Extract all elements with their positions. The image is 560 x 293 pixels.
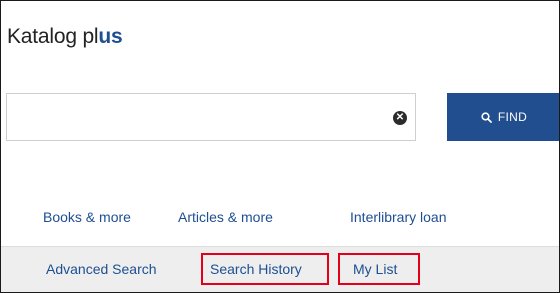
- nav-articles-more[interactable]: Articles & more: [178, 209, 273, 225]
- nav-search-history[interactable]: Search History: [210, 261, 302, 277]
- search-input[interactable]: [15, 94, 379, 140]
- nav-my-list[interactable]: My List: [353, 261, 397, 277]
- app-title-main: Katalog pl: [7, 25, 99, 48]
- search-icon: [481, 111, 492, 123]
- secondary-nav: Advanced Search Search History My List: [1, 246, 559, 292]
- find-button[interactable]: FIND: [447, 93, 559, 141]
- search-box: ✕: [6, 93, 416, 141]
- find-button-label: FIND: [497, 110, 528, 124]
- clear-x-icon[interactable]: ✕: [393, 111, 407, 125]
- app-title-accent: us: [98, 25, 123, 48]
- app-title: Katalog plus: [7, 25, 123, 49]
- primary-nav: Books & more Articles & more Interlibrar…: [1, 201, 559, 245]
- nav-books-more[interactable]: Books & more: [43, 209, 131, 225]
- nav-interlibrary-loan[interactable]: Interlibrary loan: [350, 209, 447, 225]
- nav-advanced-search[interactable]: Advanced Search: [46, 261, 157, 277]
- page-frame: Katalog plus ✕ FIND Books & more Article…: [0, 0, 560, 293]
